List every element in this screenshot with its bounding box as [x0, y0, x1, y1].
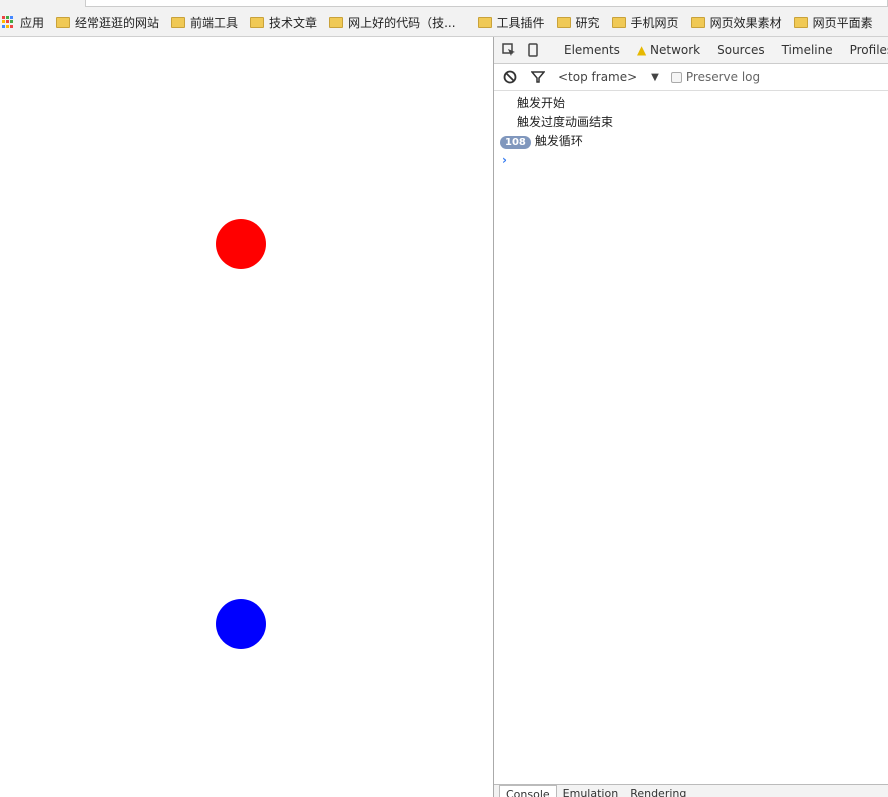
tab-sources[interactable]: Sources	[717, 43, 764, 57]
console-message: 触发过度动画结束	[494, 113, 888, 132]
folder-icon	[171, 16, 186, 28]
bookmark-label: 研究	[575, 15, 600, 30]
folder-icon	[477, 16, 492, 28]
console-toolbar: <top frame> ▼ Preserve log	[494, 64, 888, 91]
folder-icon	[56, 16, 71, 28]
message-text: 触发过度动画结束	[517, 115, 614, 129]
prompt-icon: ›	[502, 153, 507, 167]
repeat-count-badge: 108	[500, 136, 531, 149]
drawer-tabbar: Console Emulation Rendering	[494, 784, 888, 797]
bookmark-label: 网上好的代码（技...	[348, 15, 456, 30]
checkbox[interactable]	[670, 71, 682, 83]
blue-circle	[216, 599, 266, 649]
bookmark-folder[interactable]: 手机网页	[611, 14, 679, 31]
device-mode-icon[interactable]	[528, 42, 538, 58]
console-message: 触发开始	[494, 94, 888, 113]
page-content	[0, 37, 493, 797]
filter-icon[interactable]	[530, 69, 546, 85]
bookmark-folder[interactable]: 经常逛逛的网站	[56, 14, 159, 31]
bookmark-label: 网页平面素	[812, 15, 873, 30]
drawer-tab-rendering[interactable]: Rendering	[624, 785, 692, 797]
folder-icon	[250, 16, 265, 28]
inspect-element-icon[interactable]	[502, 42, 516, 58]
apps-icon	[2, 16, 14, 28]
address-input[interactable]	[85, 0, 888, 7]
frame-label: <top frame>	[558, 70, 638, 84]
address-bar-strip	[0, 0, 888, 8]
tab-elements[interactable]: Elements	[564, 43, 620, 57]
dropdown-arrow-icon: ▼	[651, 71, 659, 83]
message-text: 触发循环	[534, 134, 583, 148]
bookmark-label: 技术文章	[269, 15, 318, 30]
drawer-tab-console[interactable]: Console	[499, 785, 557, 797]
bookmark-folder[interactable]: 网页效果素材	[690, 14, 782, 31]
bookmark-folder[interactable]: 网上好的代码（技...	[329, 14, 456, 31]
folder-icon	[793, 16, 808, 28]
bookmarks-bar: 应用 经常逛逛的网站 前端工具 技术文章 网上好的代码（技... 工具插件 研究 手机网页 网…	[0, 8, 888, 37]
bookmark-label: 网页效果素材	[709, 15, 782, 30]
bookmark-label: 手机网页	[630, 15, 679, 30]
console-message: 108 触发循环	[494, 132, 888, 151]
bookmark-label: 经常逛逛的网站	[75, 15, 160, 30]
tab-profiles[interactable]: Profiles	[850, 43, 888, 57]
bookmark-folder[interactable]: 网页平面素	[793, 14, 873, 31]
warning-icon: ▲	[636, 43, 647, 57]
bookmark-folder[interactable]: 技术文章	[250, 14, 317, 31]
folder-icon	[690, 16, 705, 28]
folder-icon	[329, 16, 344, 28]
preserve-log-checkbox[interactable]: Preserve log	[670, 70, 761, 84]
tab-timeline[interactable]: Timeline	[782, 43, 833, 57]
bookmark-folder[interactable]: 工具插件	[477, 14, 545, 31]
folder-icon	[556, 16, 571, 28]
bookmark-folder[interactable]: 研究	[556, 14, 600, 31]
drawer-tab-emulation[interactable]: Emulation	[557, 785, 625, 797]
bookmark-apps[interactable]: 应用	[2, 14, 44, 31]
bookmark-label: 工具插件	[496, 15, 545, 30]
tab-label: Network	[650, 43, 701, 57]
bookmark-label: 前端工具	[190, 15, 239, 30]
frame-select[interactable]: <top frame> ▼	[558, 70, 659, 84]
red-circle	[216, 219, 266, 269]
tab-network[interactable]: ▲ Network	[637, 43, 700, 57]
preserve-log-label: Preserve log	[685, 70, 761, 84]
clear-console-icon[interactable]	[502, 69, 518, 85]
bookmark-label: 应用	[20, 15, 45, 30]
devtools-panel: Elements ▲ Network Sources Timeline Prof…	[493, 37, 888, 797]
folder-icon	[611, 16, 626, 28]
console-prompt[interactable]: ›	[494, 151, 888, 170]
bookmark-folder[interactable]: 前端工具	[171, 14, 238, 31]
console-messages: 触发开始 触发过度动画结束 108 触发循环 ›	[494, 91, 888, 170]
devtools-tabbar: Elements ▲ Network Sources Timeline Prof…	[494, 37, 888, 64]
message-text: 触发开始	[517, 96, 566, 110]
